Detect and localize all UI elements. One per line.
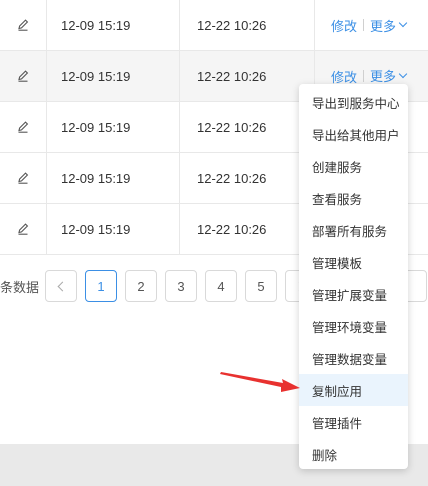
edit-cell[interactable] [0, 153, 47, 203]
created-time: 12-09 15:19 [47, 153, 180, 203]
pencil-icon[interactable] [16, 222, 30, 236]
pagination-total-label: 条数据 [0, 280, 40, 295]
updated-time: 12-22 10:26 [180, 204, 315, 254]
edit-cell[interactable] [0, 0, 47, 50]
prev-page-button[interactable] [45, 270, 77, 302]
updated-time: 12-22 10:26 [180, 0, 315, 50]
updated-time: 12-22 10:26 [180, 102, 315, 152]
chevron-down-icon [398, 18, 408, 28]
more-dropdown-trigger[interactable]: 更多 [370, 16, 408, 35]
created-time: 12-09 15:19 [47, 0, 180, 50]
chevron-down-icon [398, 69, 408, 78]
row-actions: 修改 更多 [315, 0, 428, 50]
menu-item-export-other-user[interactable]: 导出给其他用户 [299, 118, 408, 150]
page-button-2[interactable]: 2 [125, 270, 157, 302]
menu-item-view-service[interactable]: 查看服务 [299, 182, 408, 214]
updated-time: 12-22 10:26 [180, 153, 315, 203]
menu-item-manage-env-vars[interactable]: 管理环境变量 [299, 310, 408, 342]
page-button-5[interactable]: 5 [245, 270, 277, 302]
created-time: 12-09 15:19 [47, 102, 180, 152]
menu-item-copy-app[interactable]: 复制应用 [299, 374, 408, 406]
table-row: 12-09 15:19 12-22 10:26 修改 更多 [0, 0, 428, 51]
page-button-4[interactable]: 4 [205, 270, 237, 302]
pencil-icon[interactable] [16, 171, 30, 185]
edit-cell[interactable] [0, 51, 47, 101]
menu-item-manage-data-vars[interactable]: 管理数据变量 [299, 342, 408, 374]
more-dropdown-menu: 导出到服务中心 导出给其他用户 创建服务 查看服务 部署所有服务 管理模板 管理… [299, 84, 408, 469]
chevron-left-icon [57, 281, 68, 291]
menu-item-manage-templates[interactable]: 管理模板 [299, 246, 408, 278]
created-time: 12-09 15:19 [47, 51, 180, 101]
edit-link[interactable]: 修改 [331, 67, 357, 86]
more-label: 更多 [370, 69, 397, 84]
page-button-3[interactable]: 3 [165, 270, 197, 302]
menu-item-manage-plugins[interactable]: 管理插件 [299, 406, 408, 438]
created-time: 12-09 15:19 [47, 204, 180, 254]
menu-item-delete[interactable]: 删除 [299, 438, 408, 470]
edit-link[interactable]: 修改 [331, 16, 357, 35]
pencil-icon[interactable] [16, 18, 30, 32]
pencil-icon[interactable] [16, 69, 30, 83]
more-dropdown-trigger[interactable]: 更多 [370, 66, 408, 86]
updated-time: 12-22 10:26 [180, 51, 315, 101]
action-divider [363, 19, 365, 31]
menu-item-deploy-all[interactable]: 部署所有服务 [299, 214, 408, 246]
pencil-icon[interactable] [16, 120, 30, 134]
menu-item-create-service[interactable]: 创建服务 [299, 150, 408, 182]
edit-cell[interactable] [0, 102, 47, 152]
menu-item-export-service-center[interactable]: 导出到服务中心 [299, 86, 408, 118]
action-divider [363, 70, 365, 82]
page-button-1[interactable]: 1 [85, 270, 117, 302]
edit-cell[interactable] [0, 204, 47, 254]
menu-item-manage-ext-vars[interactable]: 管理扩展变量 [299, 278, 408, 310]
more-label: 更多 [370, 18, 397, 34]
